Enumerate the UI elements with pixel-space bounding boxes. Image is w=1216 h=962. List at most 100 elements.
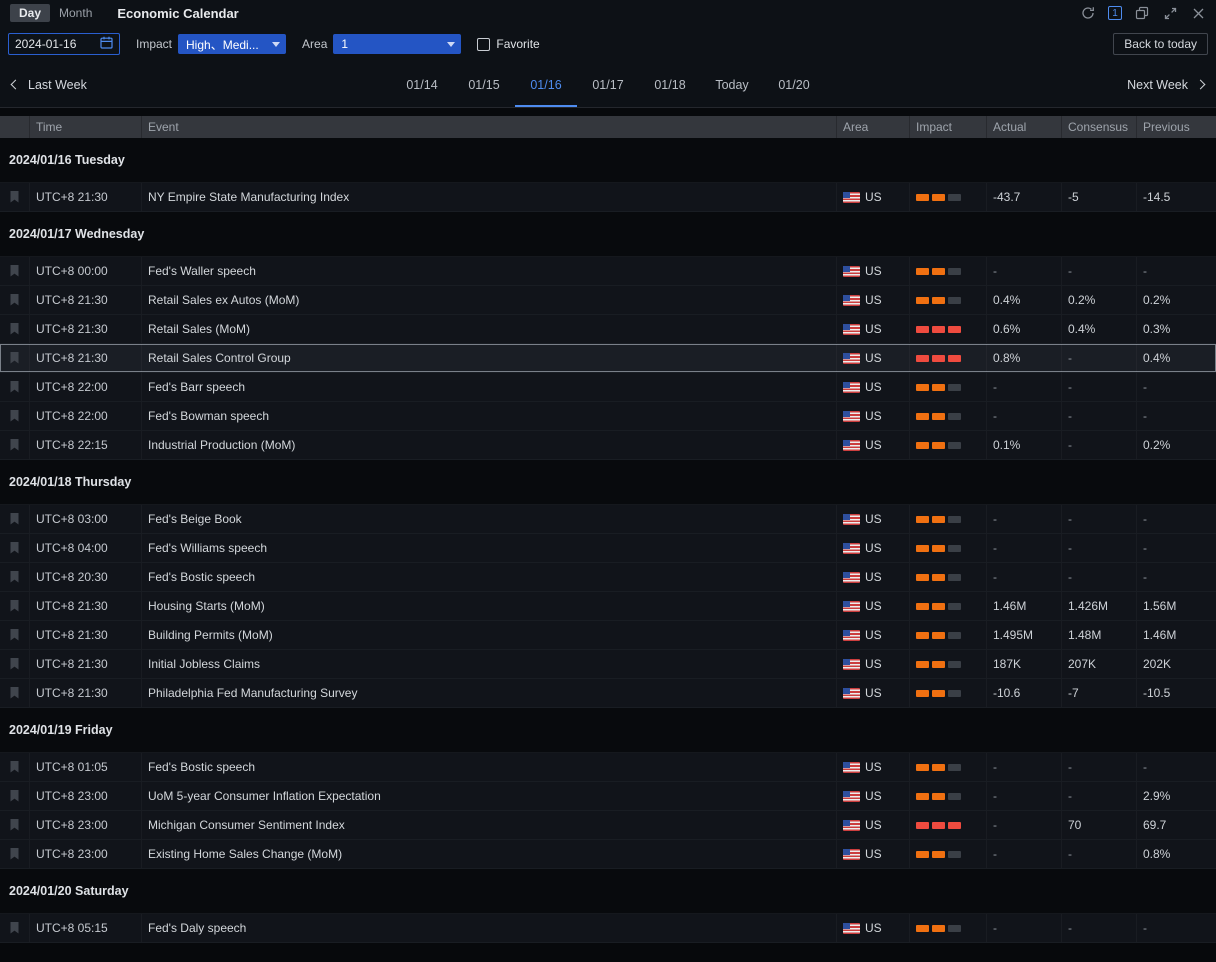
event-actual: - (987, 373, 1062, 401)
event-row[interactable]: UTC+8 21:30Building Permits (MoM)US1.495… (0, 621, 1216, 650)
event-previous: -10.5 (1137, 679, 1216, 707)
bookmark-icon[interactable] (0, 753, 30, 781)
event-previous: - (1137, 402, 1216, 430)
event-row[interactable]: UTC+8 23:00Existing Home Sales Change (M… (0, 840, 1216, 869)
event-row[interactable]: UTC+8 00:00Fed's Waller speechUS--- (0, 257, 1216, 286)
event-actual: - (987, 505, 1062, 533)
us-flag-icon (843, 572, 860, 583)
bookmark-icon[interactable] (0, 257, 30, 285)
event-previous: 1.46M (1137, 621, 1216, 649)
bookmark-icon[interactable] (0, 315, 30, 343)
window-count-icon[interactable]: 1 (1108, 6, 1122, 20)
event-name: Fed's Beige Book (142, 505, 837, 533)
impact-indicator (910, 753, 987, 781)
event-row[interactable]: UTC+8 04:00Fed's Williams speechUS--- (0, 534, 1216, 563)
event-consensus: - (1062, 753, 1137, 781)
bookmark-icon[interactable] (0, 431, 30, 459)
bookmark-icon[interactable] (0, 534, 30, 562)
tab-day[interactable]: Day (10, 4, 50, 22)
event-name: Retail Sales ex Autos (MoM) (142, 286, 837, 314)
event-row[interactable]: UTC+8 21:30Philadelphia Fed Manufacturin… (0, 679, 1216, 708)
event-area: US (837, 650, 910, 678)
impact-indicator (910, 505, 987, 533)
event-consensus: - (1062, 344, 1137, 372)
event-area: US (837, 183, 910, 211)
event-row[interactable]: UTC+8 23:00Michigan Consumer Sentiment I… (0, 811, 1216, 840)
bookmark-icon[interactable] (0, 373, 30, 401)
event-time: UTC+8 01:05 (30, 753, 142, 781)
event-row[interactable]: UTC+8 22:00Fed's Barr speechUS--- (0, 373, 1216, 402)
event-row[interactable]: UTC+8 03:00Fed's Beige BookUS--- (0, 505, 1216, 534)
bookmark-icon[interactable] (0, 402, 30, 430)
week-day-today[interactable]: Today (701, 62, 763, 107)
event-area: US (837, 679, 910, 707)
event-row[interactable]: UTC+8 21:30Retail Sales (MoM)US0.6%0.4%0… (0, 315, 1216, 344)
close-icon[interactable] (1190, 5, 1206, 21)
event-time: UTC+8 00:00 (30, 257, 142, 285)
bookmark-icon[interactable] (0, 679, 30, 707)
event-area: US (837, 373, 910, 401)
event-consensus: 207K (1062, 650, 1137, 678)
checkbox-icon[interactable] (477, 38, 490, 51)
event-row[interactable]: UTC+8 21:30Initial Jobless ClaimsUS187K2… (0, 650, 1216, 679)
refresh-icon[interactable] (1080, 5, 1096, 21)
us-flag-icon (843, 295, 860, 306)
week-day-01-14[interactable]: 01/14 (391, 62, 453, 107)
impact-indicator (910, 344, 987, 372)
bookmark-icon[interactable] (0, 621, 30, 649)
chevron-down-icon (447, 42, 455, 47)
week-day-01-16[interactable]: 01/16 (515, 62, 577, 107)
area-select[interactable]: 1 (333, 34, 461, 54)
event-name: Fed's Daly speech (142, 914, 837, 942)
bookmark-icon[interactable] (0, 344, 30, 372)
event-actual: - (987, 402, 1062, 430)
event-row[interactable]: UTC+8 22:00Fed's Bowman speechUS--- (0, 402, 1216, 431)
bookmark-icon[interactable] (0, 505, 30, 533)
restore-icon[interactable] (1134, 5, 1150, 21)
event-row[interactable]: UTC+8 01:05Fed's Bostic speechUS--- (0, 753, 1216, 782)
event-row[interactable]: UTC+8 21:30Housing Starts (MoM)US1.46M1.… (0, 592, 1216, 621)
bookmark-icon[interactable] (0, 811, 30, 839)
bookmark-icon[interactable] (0, 914, 30, 942)
chevron-left-icon (11, 80, 21, 90)
week-day-01-15[interactable]: 01/15 (453, 62, 515, 107)
bookmark-icon[interactable] (0, 782, 30, 810)
tab-month[interactable]: Month (50, 4, 101, 22)
bookmark-icon[interactable] (0, 650, 30, 678)
bookmark-icon[interactable] (0, 840, 30, 868)
favorite-checkbox[interactable]: Favorite (477, 37, 539, 51)
event-actual: - (987, 840, 1062, 868)
event-area: US (837, 402, 910, 430)
event-name: Philadelphia Fed Manufacturing Survey (142, 679, 837, 707)
event-row[interactable]: UTC+8 21:30Retail Sales Control GroupUS0… (0, 344, 1216, 373)
bookmark-icon[interactable] (0, 563, 30, 591)
next-week-button[interactable]: Next Week (1127, 78, 1204, 92)
week-day-01-20[interactable]: 01/20 (763, 62, 825, 107)
impact-indicator (910, 183, 987, 211)
titlebar: Day Month Economic Calendar 1 (0, 0, 1216, 26)
event-name: Fed's Bostic speech (142, 563, 837, 591)
event-consensus: 70 (1062, 811, 1137, 839)
date-picker[interactable]: 2024-01-16 (8, 33, 120, 55)
back-to-today-button[interactable]: Back to today (1113, 33, 1208, 55)
event-row[interactable]: UTC+8 21:30NY Empire State Manufacturing… (0, 183, 1216, 212)
event-name: Fed's Waller speech (142, 257, 837, 285)
expand-icon[interactable] (1162, 5, 1178, 21)
event-row[interactable]: UTC+8 05:15Fed's Daly speechUS--- (0, 914, 1216, 943)
bookmark-icon[interactable] (0, 592, 30, 620)
event-time: UTC+8 20:30 (30, 563, 142, 591)
event-row[interactable]: UTC+8 22:15Industrial Production (MoM)US… (0, 431, 1216, 460)
event-row[interactable]: UTC+8 23:00UoM 5-year Consumer Inflation… (0, 782, 1216, 811)
event-actual: 0.6% (987, 315, 1062, 343)
week-day-01-17[interactable]: 01/17 (577, 62, 639, 107)
event-row[interactable]: UTC+8 20:30Fed's Bostic speechUS--- (0, 563, 1216, 592)
event-row[interactable]: UTC+8 21:30Retail Sales ex Autos (MoM)US… (0, 286, 1216, 315)
last-week-button[interactable]: Last Week (12, 78, 87, 92)
impact-select[interactable]: High、Medi... (178, 34, 286, 54)
week-day-01-18[interactable]: 01/18 (639, 62, 701, 107)
bookmark-icon[interactable] (0, 183, 30, 211)
us-flag-icon (843, 192, 860, 203)
us-flag-icon (843, 543, 860, 554)
event-area: US (837, 534, 910, 562)
bookmark-icon[interactable] (0, 286, 30, 314)
